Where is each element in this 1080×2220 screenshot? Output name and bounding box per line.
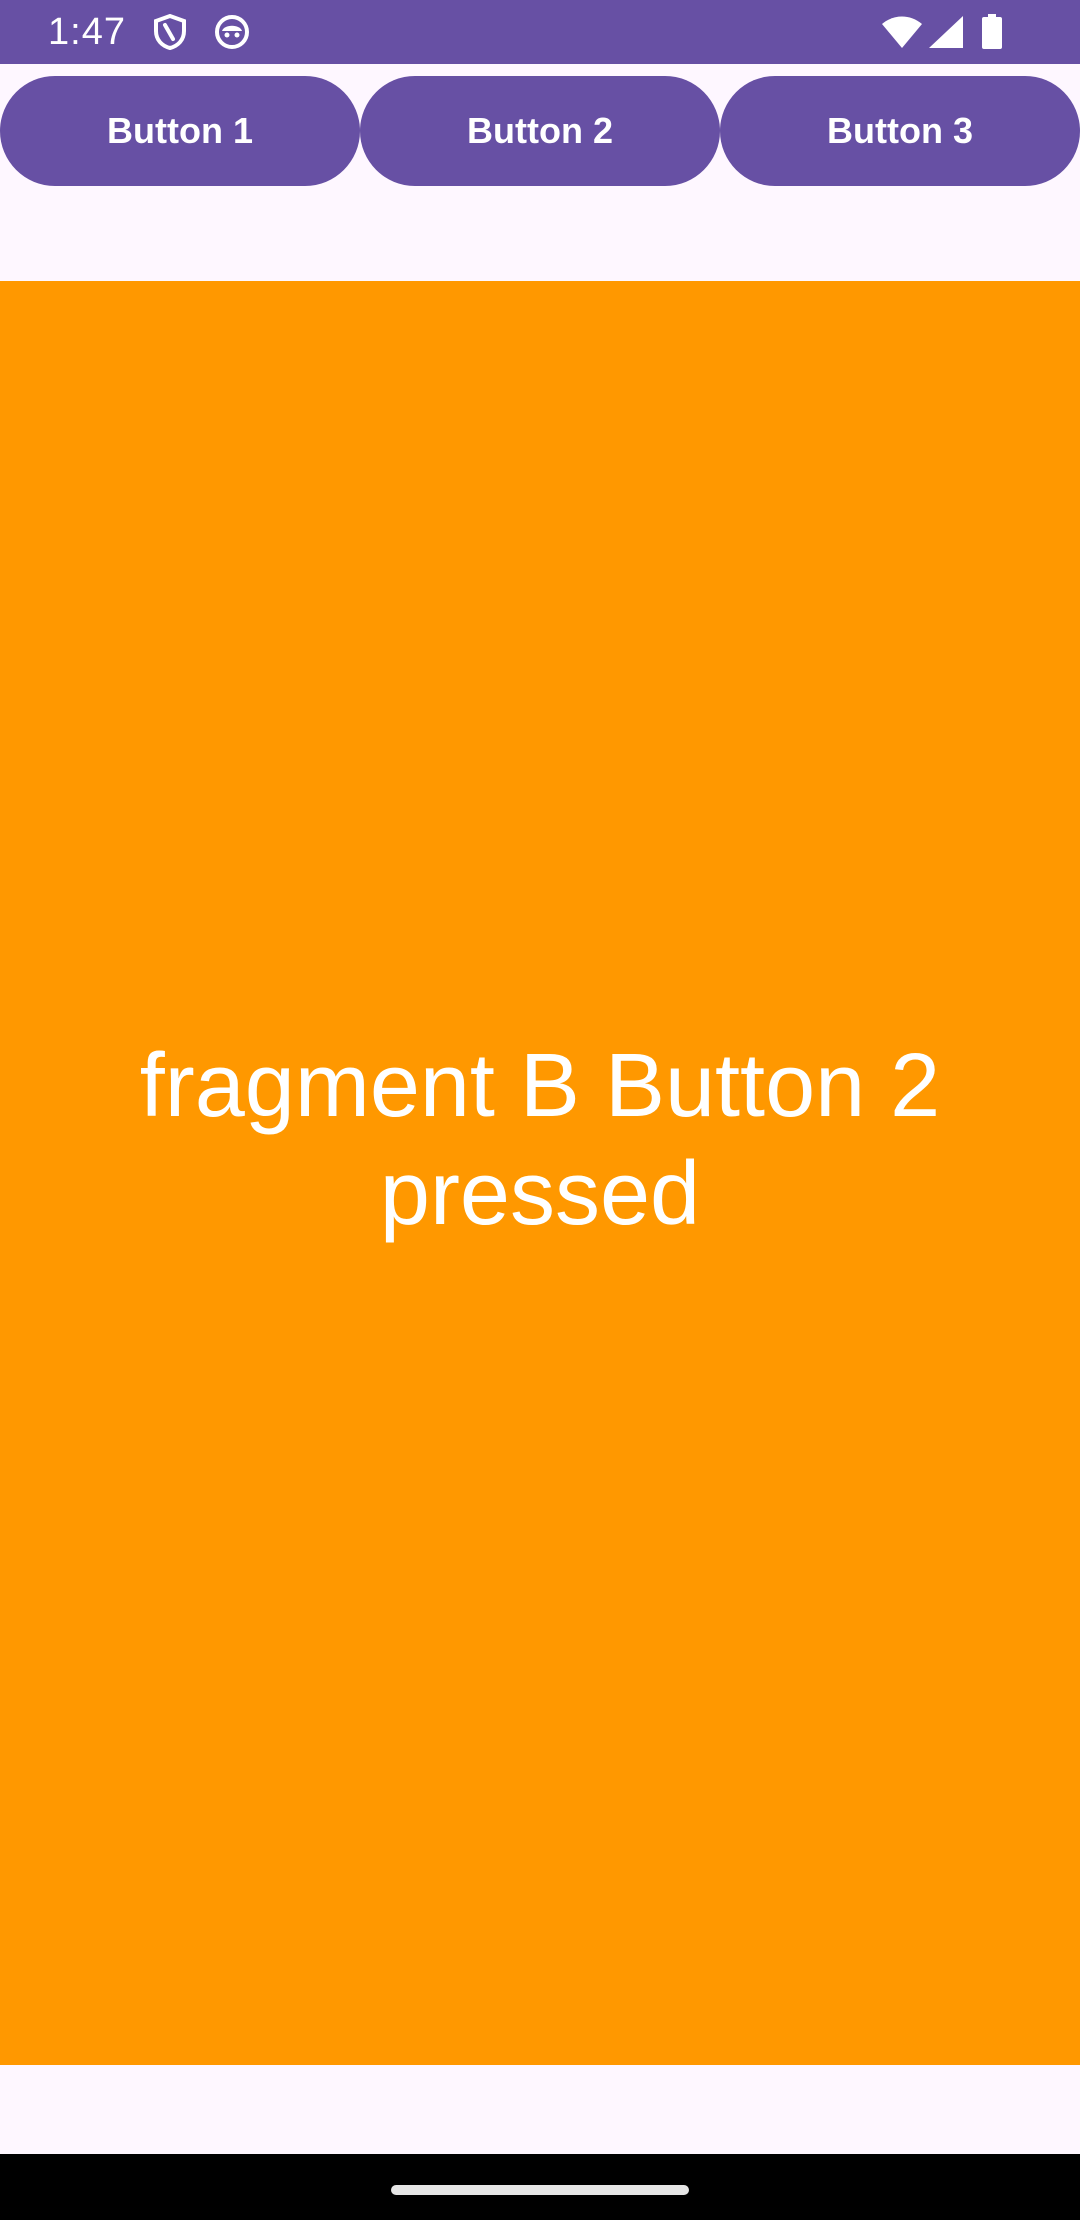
fragment-container: fragment B Button 2 pressed: [0, 281, 1080, 2065]
status-bar: 1:47: [0, 0, 1080, 64]
button-row: Button 1 Button 2 Button 3: [0, 76, 1080, 186]
button-3[interactable]: Button 3: [720, 76, 1080, 186]
button-2[interactable]: Button 2: [360, 76, 720, 186]
cellular-signal-icon: [928, 14, 964, 50]
battery-icon: [978, 14, 1006, 50]
app-screen: 1:47 Button 1 Button 2 Button 3 fragment…: [0, 0, 1080, 2220]
navigation-bar: [0, 2154, 1080, 2220]
wifi-icon: [882, 14, 922, 50]
android-face-icon: [214, 14, 250, 50]
gesture-handle[interactable]: [391, 2185, 689, 2195]
status-time: 1:47: [48, 11, 126, 53]
shield-icon: [152, 14, 188, 50]
fragment-message: fragment B Button 2 pressed: [139, 1035, 941, 1244]
button-1[interactable]: Button 1: [0, 76, 360, 186]
